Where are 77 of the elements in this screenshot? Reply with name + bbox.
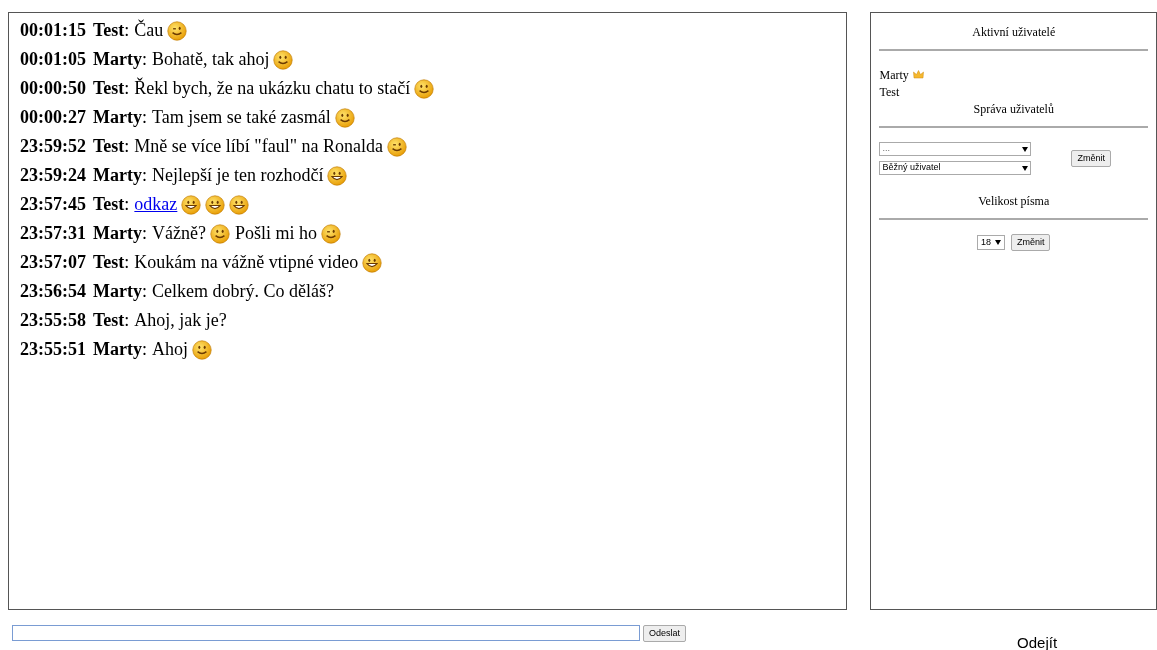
message-time: 23:57:45: [20, 193, 86, 216]
user-name: Test: [879, 83, 900, 101]
message-text: Ahoj: [152, 338, 188, 361]
message-time: 23:57:07: [20, 251, 86, 274]
message-colon: :: [142, 106, 147, 129]
message-author: Test: [93, 193, 125, 216]
message-colon: :: [124, 19, 130, 42]
message-text: Pošli mi ho: [234, 222, 317, 245]
message-time: 23:59:24: [20, 164, 86, 187]
section-heading: Správa uživatelů: [972, 101, 1055, 118]
message-author: Marty: [93, 48, 142, 71]
message-text: Koukám na vážně vtipné video: [134, 251, 359, 274]
message-author: Test: [93, 135, 125, 158]
change-button[interactable]: Změnit: [1010, 234, 1051, 251]
message-text: Celkem dobrý. Co děláš?: [152, 280, 334, 303]
message-time: 23:55:58: [20, 309, 86, 332]
smiley-icon: [192, 339, 212, 360]
message-time: 00:01:15: [20, 19, 86, 42]
message-link[interactable]: odkaz: [134, 191, 178, 218]
grinning-smiley-icon: [229, 194, 250, 215]
send-button[interactable]: Odeslat: [643, 625, 687, 642]
message-author: Marty: [93, 280, 142, 303]
message-author: Test: [93, 19, 125, 42]
smiley-icon: [209, 223, 230, 244]
message-text: Ahoj, jak je?: [134, 309, 227, 332]
grinning-smiley-icon: [205, 194, 226, 215]
message-author: Test: [93, 251, 125, 274]
message-colon: :: [124, 309, 130, 332]
dropdown-arrow-icon: [994, 240, 1001, 245]
grinning-smiley-icon: [362, 252, 383, 273]
message-time: 23:55:51: [20, 338, 86, 361]
message-colon: :: [124, 193, 130, 216]
section-heading: Velikost písma: [977, 193, 1051, 210]
message-colon: :: [124, 251, 130, 274]
message-colon: :: [142, 280, 147, 303]
message-time: 23:59:52: [20, 135, 86, 158]
message-colon: :: [142, 48, 147, 71]
grinning-smiley-icon: [181, 194, 202, 215]
message-text: Bohatě, tak ahoj: [152, 48, 270, 71]
message-time: 00:01:05: [20, 48, 86, 71]
winking-smiley-icon: [321, 223, 341, 244]
dropdown-arrow-icon: [1022, 146, 1029, 152]
user-name: Marty: [879, 66, 909, 84]
message-time: 23:56:54: [20, 280, 86, 303]
smiley-icon: [273, 49, 294, 70]
message-time: 00:00:50: [20, 77, 86, 100]
message-text: Nejlepší je ten rozhodčí: [152, 164, 324, 187]
section-heading: Aktivní uživatelé: [971, 24, 1057, 41]
message-colon: :: [142, 164, 147, 187]
change-button[interactable]: Změnit: [1071, 150, 1111, 167]
message-text: Čau: [134, 18, 164, 42]
message-input[interactable]: [12, 625, 640, 641]
message-author: Marty: [93, 164, 142, 187]
message-text: Vážně?: [152, 222, 206, 245]
message-text: Tam jsem se také zasmál: [152, 106, 331, 129]
message-author: Test: [93, 309, 125, 332]
role-select[interactable]: Běžný uživatel: [879, 161, 1032, 175]
message-text: Mně se více líbí "faul" na Ronalda: [134, 135, 383, 158]
smiley-icon: [414, 78, 435, 99]
smiley-icon: [334, 107, 355, 128]
message-colon: :: [142, 222, 147, 245]
winking-smiley-icon: [167, 20, 188, 41]
message-colon: :: [124, 135, 130, 158]
message-author: Test: [93, 77, 125, 100]
message-author: Marty: [93, 106, 142, 129]
message-colon: :: [124, 77, 130, 100]
message-author: Marty: [93, 338, 142, 361]
winking-smiley-icon: [387, 136, 407, 157]
message-author: Marty: [93, 222, 142, 245]
message-time: 23:57:31: [20, 222, 86, 245]
font-size-select[interactable]: 18: [976, 235, 1005, 250]
grinning-smiley-icon: [327, 165, 348, 186]
message-text: Řekl bych, že na ukázku chatu to stačí: [134, 76, 411, 100]
dropdown-arrow-icon: [1022, 165, 1029, 171]
message-time: 00:00:27: [20, 106, 86, 129]
message-colon: :: [142, 338, 147, 361]
user-select[interactable]: ...: [879, 142, 1032, 156]
